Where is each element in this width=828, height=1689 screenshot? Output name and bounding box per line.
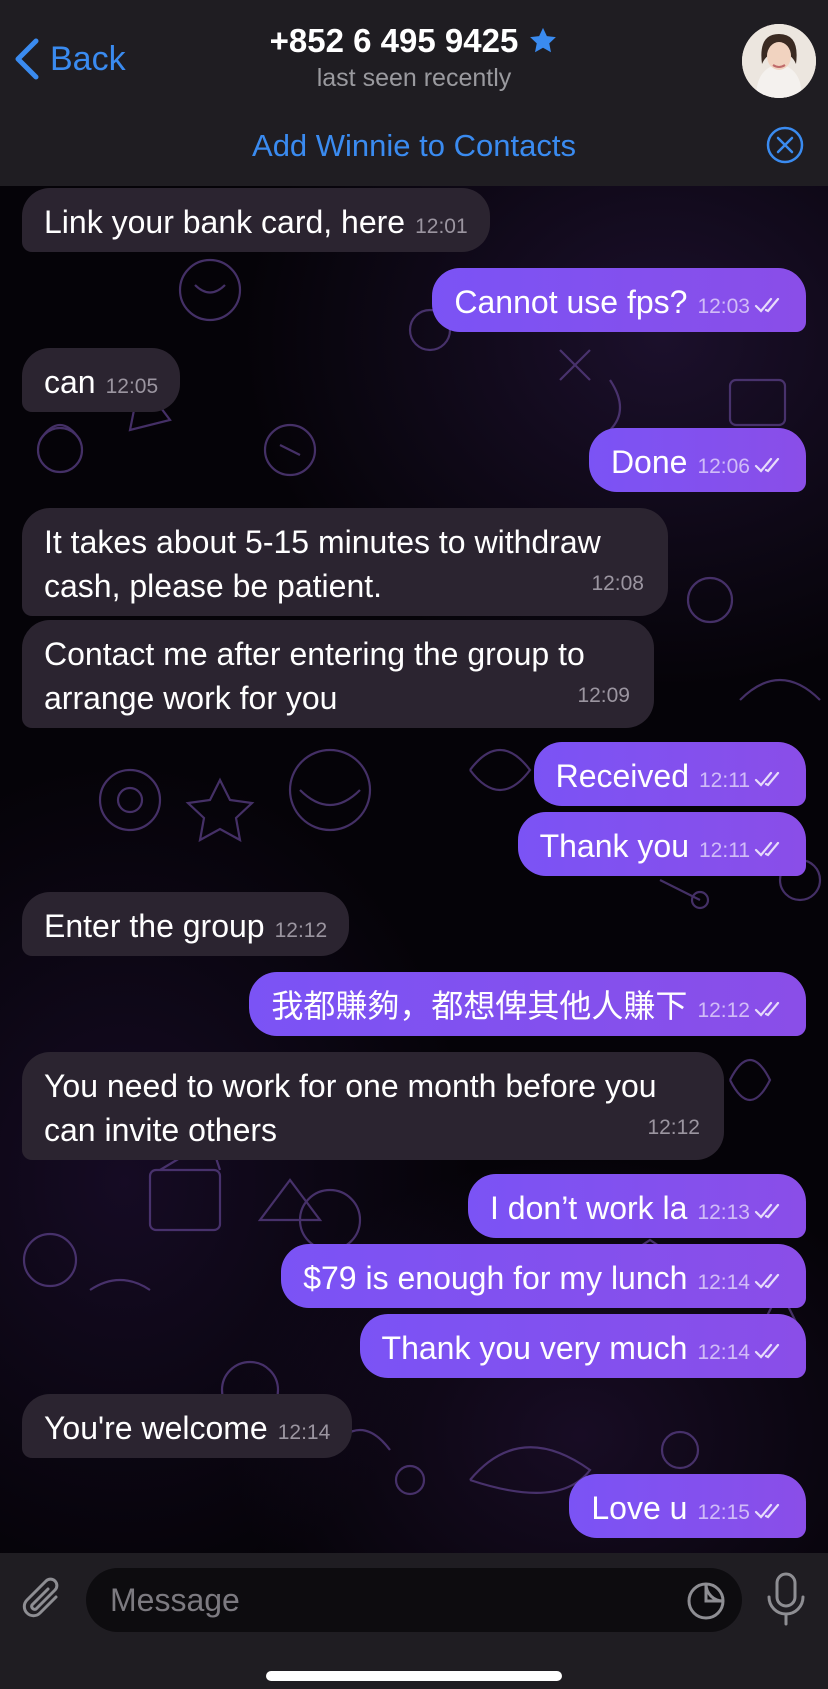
message-text: Contact me after entering the group to a… bbox=[44, 636, 585, 716]
message-text: I don’t work la bbox=[490, 1190, 688, 1226]
message-bubble-outgoing[interactable]: $79 is enough for my lunch 12:14 bbox=[281, 1244, 806, 1308]
message-bubble-outgoing[interactable]: I don’t work la 12:13 bbox=[468, 1174, 806, 1238]
read-checkmarks-icon bbox=[754, 1343, 780, 1359]
read-checkmarks-icon bbox=[754, 1001, 780, 1017]
message-time: 12:05 bbox=[105, 375, 159, 398]
message-time: 12:03 bbox=[697, 295, 750, 318]
message-bubble-outgoing[interactable]: 我都賺夠，都想俾其他人賺下 12:12 bbox=[249, 972, 806, 1036]
message-bubble-incoming[interactable]: Enter the group 12:12 bbox=[22, 892, 350, 956]
message-time: 12:09 bbox=[577, 684, 630, 707]
message-time: 12:11 bbox=[699, 769, 750, 792]
chat-title-area[interactable]: +852 6 495 9425 last seen recently bbox=[0, 22, 828, 93]
add-to-contacts-button[interactable]: Add Winnie to Contacts bbox=[0, 128, 828, 164]
message-time: 12:11 bbox=[699, 839, 750, 862]
avatar-image bbox=[742, 24, 816, 98]
message-time: 12:12 bbox=[647, 1116, 700, 1139]
message-bubble-outgoing[interactable]: Done 12:06 bbox=[588, 428, 806, 492]
avatar[interactable] bbox=[742, 24, 816, 98]
message-text: Thank you very much bbox=[381, 1330, 688, 1366]
message-time: 12:15 bbox=[697, 1501, 750, 1524]
message-time: 12:14 bbox=[697, 1341, 750, 1364]
message-text: Cannot use fps? bbox=[454, 284, 688, 320]
message-text: 我都賺夠，都想俾其他人賺下 bbox=[271, 988, 688, 1024]
read-checkmarks-icon bbox=[754, 841, 780, 857]
message-time: 12:06 bbox=[697, 455, 750, 478]
message-text: Received bbox=[555, 758, 689, 794]
message-bubble-outgoing[interactable]: Cannot use fps? 12:03 bbox=[432, 268, 806, 332]
read-checkmarks-icon bbox=[754, 1503, 780, 1519]
close-icon[interactable] bbox=[766, 126, 804, 164]
message-text: $79 is enough for my lunch bbox=[303, 1260, 688, 1296]
message-time: 12:01 bbox=[415, 215, 468, 238]
sticker-icon[interactable] bbox=[686, 1581, 726, 1621]
read-checkmarks-icon bbox=[754, 457, 780, 473]
message-bubble-incoming[interactable]: Link your bank card, here 12:01 bbox=[22, 188, 490, 252]
read-checkmarks-icon bbox=[754, 1203, 780, 1219]
read-checkmarks-icon bbox=[754, 1273, 780, 1289]
message-time: 12:08 bbox=[591, 572, 644, 595]
message-bubble-outgoing[interactable]: Love u 12:15 bbox=[569, 1474, 806, 1538]
star-icon bbox=[530, 27, 557, 53]
attach-paperclip-icon[interactable] bbox=[18, 1575, 68, 1625]
message-text: You need to work for one month before yo… bbox=[44, 1068, 657, 1148]
last-seen-status: last seen recently bbox=[316, 64, 512, 92]
message-time: 12:13 bbox=[697, 1201, 750, 1224]
message-time: 12:14 bbox=[697, 1271, 750, 1294]
message-bubble-incoming[interactable]: You're welcome 12:14 bbox=[22, 1394, 353, 1458]
message-bubble-incoming[interactable]: can 12:05 bbox=[22, 348, 181, 412]
message-text: Done bbox=[610, 444, 688, 480]
message-bubble-incoming[interactable]: You need to work for one month before yo… bbox=[22, 1052, 724, 1160]
read-checkmarks-icon bbox=[754, 771, 780, 787]
message-bubble-outgoing[interactable]: Thank you very much 12:14 bbox=[359, 1314, 806, 1378]
message-text: Love u bbox=[591, 1490, 688, 1526]
read-checkmarks-icon bbox=[754, 297, 780, 313]
message-bubble-outgoing[interactable]: Received 12:11 bbox=[533, 742, 806, 806]
chat-header: Back +852 6 495 9425 last seen recently bbox=[0, 0, 828, 107]
message-text: can bbox=[44, 364, 96, 400]
message-bubble-incoming[interactable]: Contact me after entering the group to a… bbox=[22, 620, 654, 728]
message-composer bbox=[0, 1553, 828, 1689]
message-text: You're welcome bbox=[44, 1410, 268, 1446]
message-text: It takes about 5-15 minutes to withdraw … bbox=[44, 524, 601, 604]
contact-phone-title: +852 6 495 9425 bbox=[269, 22, 519, 59]
message-time: 12:12 bbox=[697, 999, 750, 1022]
message-text: Link your bank card, here bbox=[44, 204, 406, 240]
home-indicator bbox=[266, 1671, 562, 1681]
add-contact-bar: Add Winnie to Contacts bbox=[0, 106, 828, 186]
message-bubble-outgoing[interactable]: Thank you 12:11 bbox=[517, 812, 806, 876]
message-input[interactable] bbox=[86, 1568, 742, 1632]
message-time: 12:14 bbox=[277, 1421, 331, 1444]
message-time: 12:12 bbox=[274, 919, 328, 942]
message-text: Enter the group bbox=[44, 908, 265, 944]
message-bubble-incoming[interactable]: It takes about 5-15 minutes to withdraw … bbox=[22, 508, 668, 616]
microphone-icon[interactable] bbox=[764, 1571, 808, 1627]
message-text: Thank you bbox=[539, 828, 689, 864]
